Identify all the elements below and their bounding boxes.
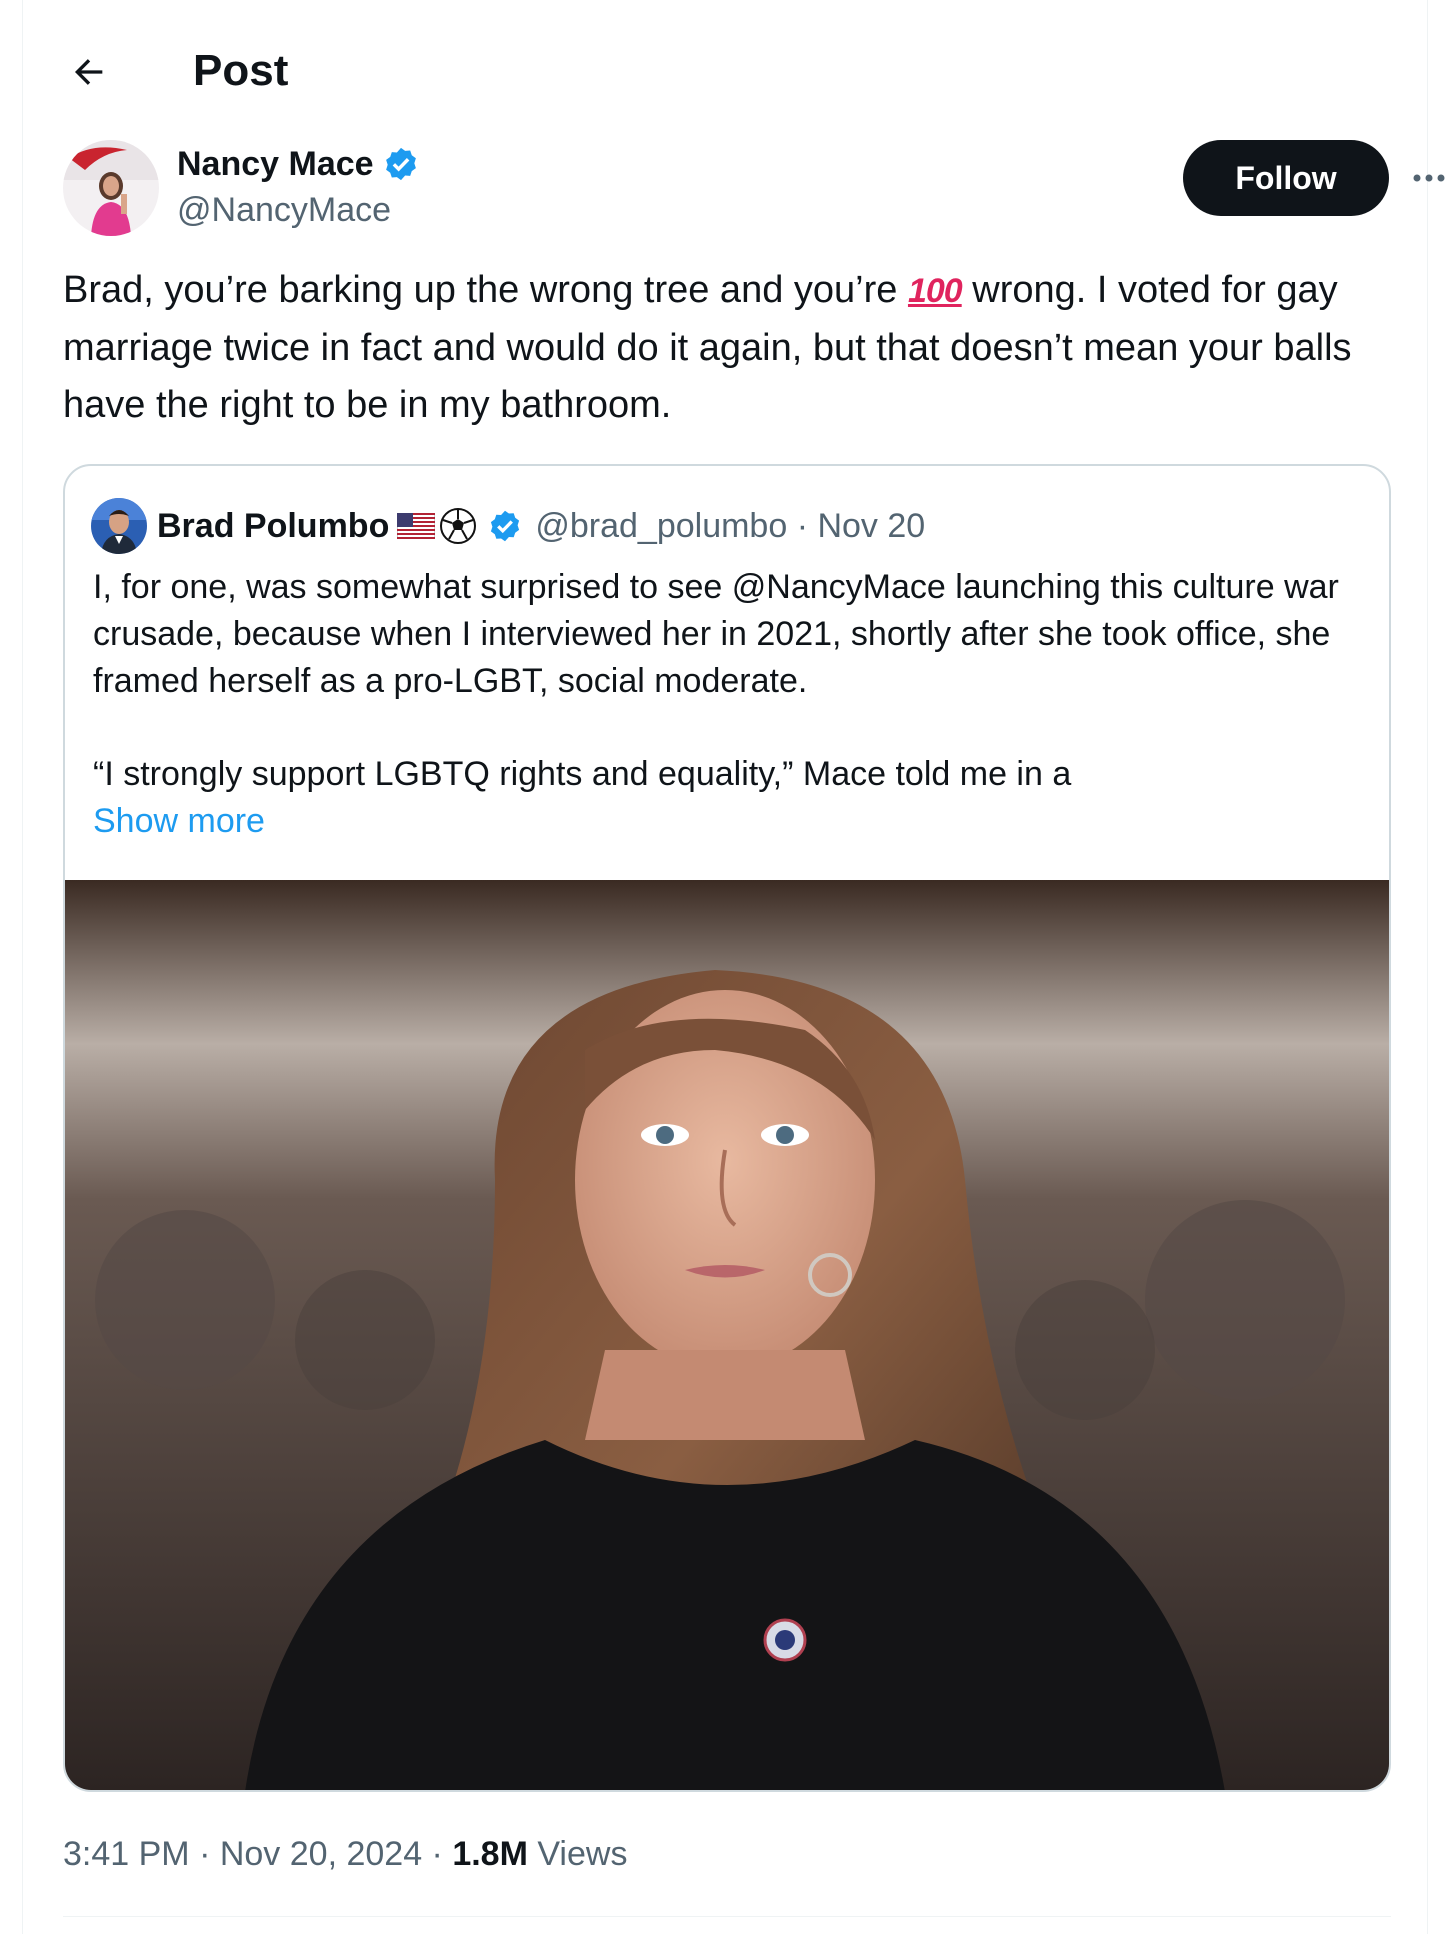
show-more-link[interactable]: Show more	[93, 798, 1363, 845]
author-handle[interactable]: @NancyMace	[177, 188, 391, 232]
views-count[interactable]: 1.8M	[452, 1835, 528, 1873]
us-flag-icon	[397, 513, 436, 539]
post-date[interactable]: Nov 20, 2024	[220, 1835, 422, 1873]
quoted-paragraph-2: “I strongly support LGBTQ rights and equ…	[93, 755, 1072, 793]
author-name[interactable]: Nancy Mace	[177, 145, 374, 184]
views-label: Views	[527, 1835, 628, 1873]
quoted-post-photo[interactable]	[65, 880, 1389, 1790]
verified-badge-icon	[491, 510, 520, 542]
page-header: Post	[23, 0, 1429, 140]
quoted-author-handle: @brad_polumbo · Nov 20	[535, 507, 925, 546]
quoted-author-name[interactable]: Brad Polumbo	[157, 507, 389, 546]
divider	[63, 1916, 1391, 1917]
quoted-post-header: Brad Polumbo @brad_polumbo · Nov 20	[91, 498, 925, 554]
quoted-handle-text[interactable]: @brad_polumbo	[535, 507, 787, 545]
post-time[interactable]: 3:41 PM	[63, 1835, 190, 1873]
verified-badge-icon	[385, 147, 416, 181]
quoted-post-text: I, for one, was somewhat surprised to se…	[93, 564, 1363, 845]
post-page: Post Nancy Mace @NancyMace Follow Brad, …	[22, 0, 1445, 1934]
meta-separator-1: ·	[189, 1835, 220, 1873]
hundred-points-icon: 100	[907, 272, 963, 310]
quoted-separator: ·	[787, 506, 818, 545]
more-horizontal-icon	[1413, 174, 1445, 182]
post-author: Nancy Mace @NancyMace Follow	[63, 140, 1445, 240]
back-button[interactable]	[61, 44, 117, 100]
post-text: Brad, you’re barking up the wrong tree a…	[63, 262, 1403, 434]
quoted-paragraph-1: I, for one, was somewhat surprised to se…	[93, 568, 1339, 700]
meta-separator-2: ·	[422, 1835, 453, 1873]
more-options-button[interactable]	[1409, 160, 1449, 196]
quoted-post[interactable]: Brad Polumbo @brad_polumbo · Nov 20 I, f…	[63, 464, 1391, 1792]
soccer-ball-icon	[440, 508, 477, 544]
post-text-part-1: Brad, you’re barking up the wrong tree a…	[63, 269, 908, 311]
follow-button[interactable]: Follow	[1183, 140, 1389, 216]
author-name-row: Nancy Mace	[177, 140, 420, 188]
quoted-date[interactable]: Nov 20	[817, 507, 925, 545]
post-metadata: 3:41 PM · Nov 20, 2024 · 1.8M Views	[63, 1826, 627, 1882]
avatar[interactable]	[63, 140, 159, 236]
page-title: Post	[193, 46, 289, 95]
quoted-avatar[interactable]	[91, 498, 147, 554]
arrow-left-icon	[75, 59, 103, 85]
